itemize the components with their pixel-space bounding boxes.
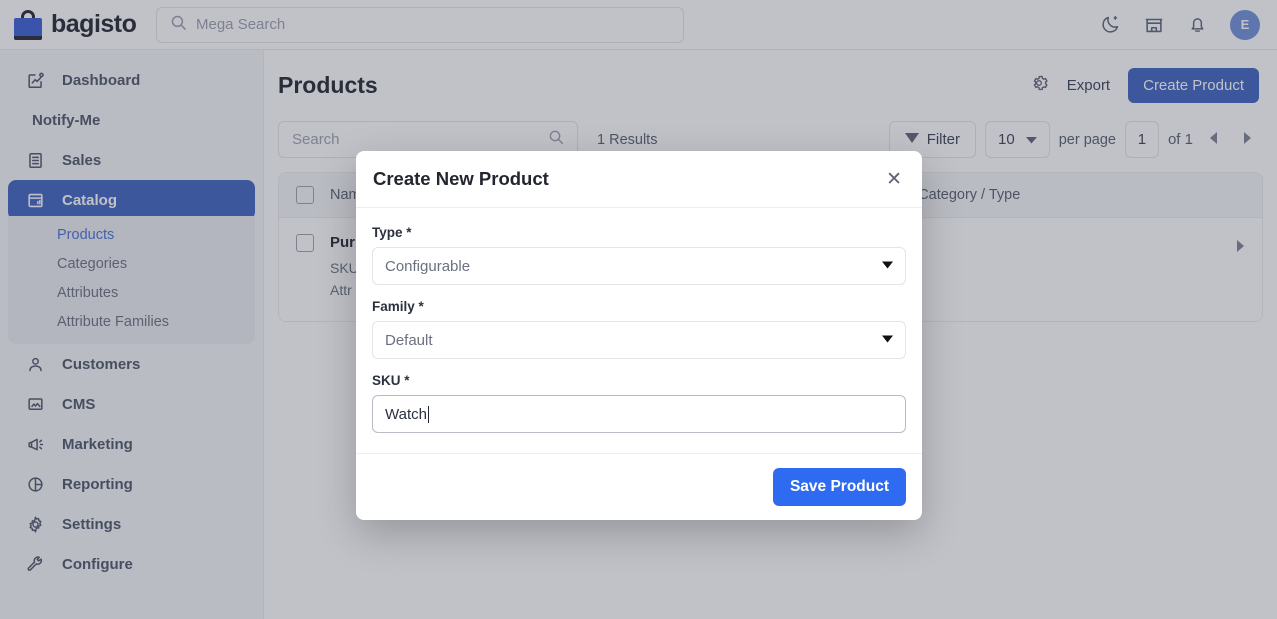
text-caret (428, 406, 429, 423)
field-label-type: Type * (372, 225, 906, 240)
family-select[interactable]: Default (372, 321, 906, 359)
type-select[interactable]: Configurable (372, 247, 906, 285)
chevron-down-icon (882, 334, 893, 346)
field-label-sku: SKU * (372, 373, 906, 388)
modal-header: Create New Product ✕ (356, 151, 922, 208)
field-family: Family * Default (372, 299, 906, 359)
close-icon[interactable]: ✕ (886, 170, 902, 189)
modal-title: Create New Product (373, 168, 549, 190)
save-product-button[interactable]: Save Product (773, 468, 906, 506)
field-type: Type * Configurable (372, 225, 906, 285)
type-select-value: Configurable (385, 258, 470, 275)
modal-footer: Save Product (356, 453, 922, 520)
field-sku: SKU * Watch (372, 373, 906, 433)
field-label-family: Family * (372, 299, 906, 314)
modal-body: Type * Configurable Family * Default SKU… (356, 208, 922, 453)
create-new-product-modal: Create New Product ✕ Type * Configurable… (356, 151, 922, 520)
family-select-value: Default (385, 332, 433, 349)
chevron-down-icon (882, 260, 893, 272)
sku-input[interactable]: Watch (372, 395, 906, 433)
sku-input-value: Watch (385, 406, 427, 423)
